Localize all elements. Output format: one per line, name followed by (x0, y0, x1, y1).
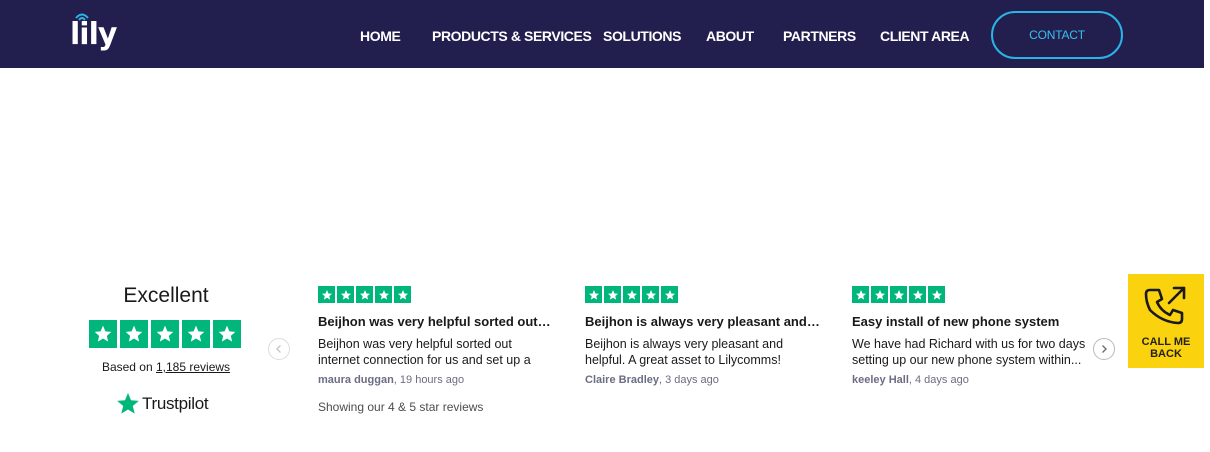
review-stars (585, 286, 825, 303)
top-navigation-bar: lily HOME PRODUCTS & SERVICES SOLUTIONS … (0, 0, 1204, 68)
showing-reviews-note: Showing our 4 & 5 star reviews (318, 400, 484, 414)
logo-text: lily (70, 17, 117, 52)
chevron-left-icon (276, 345, 281, 353)
star-icon (909, 286, 926, 303)
star-icon (151, 320, 179, 348)
star-icon (642, 286, 659, 303)
star-icon (604, 286, 621, 303)
review-meta: maura duggan, 19 hours ago (318, 374, 558, 386)
review-time: , 19 hours ago (393, 374, 465, 386)
review-card[interactable]: Beijhon was very helpful sorted out inte… (318, 286, 558, 386)
rating-stars (89, 320, 241, 348)
review-author: keeley Hall (852, 374, 909, 386)
star-icon (318, 286, 335, 303)
star-icon (852, 286, 869, 303)
star-icon (337, 286, 354, 303)
star-icon (213, 320, 241, 348)
nav-about[interactable]: ABOUT (706, 27, 754, 45)
based-on-prefix: Based on (101, 360, 153, 374)
based-on-text: Based on 1,185 reviews (82, 360, 250, 374)
nav-solutions[interactable]: SOLUTIONS (603, 27, 681, 45)
review-title: Beijhon was very helpful sorted out inte… (318, 314, 554, 329)
star-icon (928, 286, 945, 303)
review-body: Beijhon was very helpful sorted out inte… (318, 337, 531, 367)
star-icon (182, 320, 210, 348)
review-meta: Claire Bradley, 3 days ago (585, 374, 825, 386)
review-author: Claire Bradley (585, 374, 659, 386)
rating-label: Excellent (123, 284, 209, 307)
review-time: , 3 days ago (658, 374, 719, 386)
trustpilot-brand-text: Trustpilot (142, 394, 209, 413)
nav-products-services[interactable]: PRODUCTS & SERVICES (432, 27, 592, 45)
review-title: Easy install of new phone system (852, 314, 1060, 329)
phone-outgoing-icon (1144, 286, 1186, 325)
call-me-back-line2: BACK (1150, 348, 1182, 360)
review-card[interactable]: Easy install of new phone system We have… (852, 286, 1092, 386)
carousel-next-button[interactable] (1093, 338, 1115, 360)
review-time: , 4 days ago (908, 374, 969, 386)
star-icon (120, 320, 148, 348)
review-meta: keeley Hall, 4 days ago (852, 374, 1092, 386)
review-stars (852, 286, 1092, 303)
star-icon (661, 286, 678, 303)
review-count-link[interactable]: 1,185 reviews (156, 360, 230, 374)
review-body: Beijhon is always very pleasant and help… (585, 337, 784, 367)
trustpilot-logo[interactable]: Trustpilot (116, 392, 209, 416)
star-icon (356, 286, 373, 303)
call-me-back-button[interactable]: CALL ME BACK (1128, 274, 1204, 368)
star-icon (375, 286, 392, 303)
nav-home[interactable]: HOME (360, 27, 401, 45)
star-icon (890, 286, 907, 303)
nav-partners[interactable]: PARTNERS (783, 27, 856, 45)
call-me-back-line1: CALL ME (1141, 336, 1191, 348)
call-me-back-label: CALL ME BACK (1128, 336, 1204, 360)
star-icon (89, 320, 117, 348)
trustpilot-star-icon (117, 393, 139, 414)
review-card[interactable]: Beijhon is always very pleasant and help… (585, 286, 825, 386)
star-icon (585, 286, 602, 303)
review-title: Beijhon is always very pleasant and help… (585, 314, 821, 329)
lily-logo[interactable]: lily (70, 12, 117, 56)
nav-client-area[interactable]: CLIENT AREA (880, 27, 970, 45)
star-icon (623, 286, 640, 303)
contact-label: CONTACT (1029, 28, 1085, 42)
contact-button[interactable]: CONTACT (991, 11, 1123, 59)
chevron-right-icon (1102, 345, 1107, 353)
review-body: We have had Richard with us for two days… (852, 337, 1086, 367)
star-icon (871, 286, 888, 303)
review-author: maura duggan (318, 374, 394, 386)
star-icon (394, 286, 411, 303)
carousel-prev-button[interactable] (268, 338, 290, 360)
review-stars (318, 286, 558, 303)
